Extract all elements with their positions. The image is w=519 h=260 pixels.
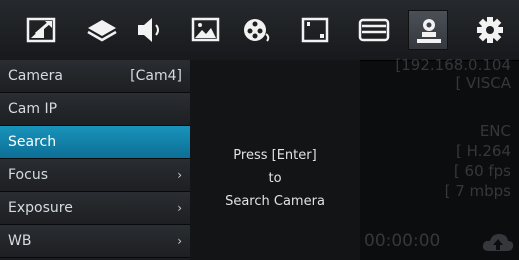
- video-menu-icon[interactable]: [354, 10, 394, 50]
- top-toolbar: [0, 0, 519, 61]
- enc-status: ENC: [479, 122, 511, 140]
- menu-item-label: Search: [8, 134, 57, 150]
- speaker-icon[interactable]: [132, 10, 172, 50]
- protocol-status: [ VISCA: [455, 74, 511, 92]
- camera-value: [Cam4]: [130, 68, 182, 84]
- storage-card-icon[interactable]: [295, 10, 335, 50]
- cloud-upload-icon: [481, 231, 515, 257]
- film-reel-icon[interactable]: [237, 10, 277, 50]
- menu-item-search[interactable]: Search: [0, 126, 190, 159]
- image-icon[interactable]: [185, 10, 225, 50]
- gear-icon[interactable]: [470, 10, 510, 50]
- menu-item-label: WB: [8, 233, 32, 249]
- search-instruction-panel: Press [Enter] to Search Camera: [190, 60, 360, 260]
- menu-item-cam-ip[interactable]: Cam IP: [0, 93, 190, 126]
- codec-status: [ H.264: [455, 142, 511, 160]
- menu-item-wb[interactable]: WB ›: [0, 225, 190, 258]
- instruction-line-2: to: [268, 171, 282, 186]
- side-menu: Camera [Cam4] Cam IP Search Focus › Expo…: [0, 60, 190, 260]
- menu-item-focus[interactable]: Focus ›: [0, 159, 190, 192]
- chevron-right-icon: ›: [177, 201, 182, 215]
- record-timer: 00:00:00: [364, 231, 441, 251]
- camera-network-icon[interactable]: [408, 10, 448, 50]
- menu-item-exposure[interactable]: Exposure ›: [0, 192, 190, 225]
- layers-icon[interactable]: [82, 10, 122, 50]
- menu-item-camera[interactable]: Camera [Cam4]: [0, 60, 190, 93]
- menu-item-label: Cam IP: [8, 101, 58, 117]
- menu-item-label: Exposure: [8, 200, 73, 216]
- picture-in-picture-icon[interactable]: [22, 10, 62, 50]
- menu-item-label: Camera: [8, 68, 63, 84]
- menu-item-label: Focus: [8, 167, 48, 183]
- instruction-line-3: Search Camera: [225, 194, 325, 209]
- chevron-right-icon: ›: [177, 168, 182, 182]
- ip-status: [192.168.0.104: [395, 56, 511, 74]
- instruction-line-1: Press [Enter]: [233, 148, 317, 163]
- fps-status: [ 60 fps: [453, 162, 511, 180]
- chevron-right-icon: ›: [177, 234, 182, 248]
- bitrate-status: [ 7 mbps: [444, 182, 511, 200]
- status-overlay: [192.168.0.104 [ VISCA ENC [ H.264 [ 60 …: [360, 56, 519, 260]
